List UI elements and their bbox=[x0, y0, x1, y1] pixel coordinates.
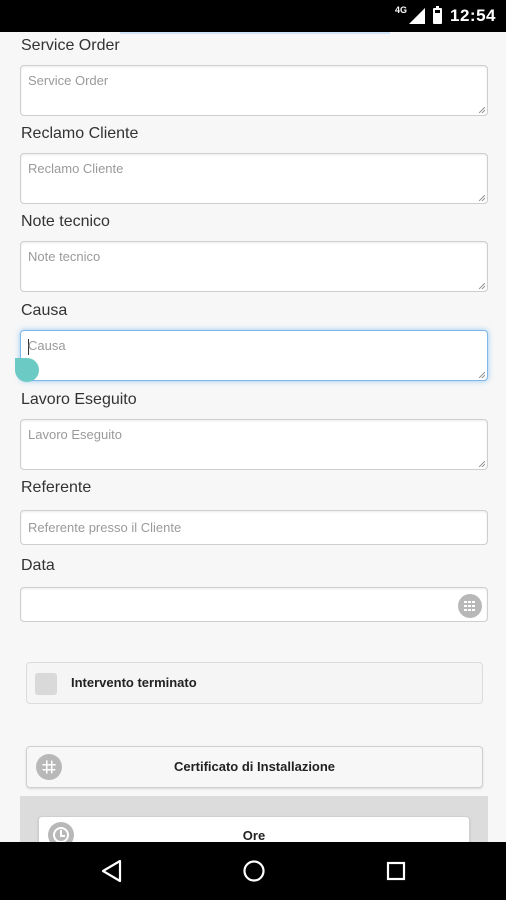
service-order-label: Service Order bbox=[21, 37, 120, 54]
back-icon bbox=[101, 859, 122, 883]
reclamo-cliente-placeholder: Reclamo Cliente bbox=[28, 161, 124, 176]
certificato-installazione-label: Certificato di Installazione bbox=[173, 759, 336, 774]
home-icon bbox=[243, 860, 265, 882]
lavoro-eseguito-field[interactable]: Lavoro Eseguito bbox=[20, 419, 488, 470]
ore-panel: Ore bbox=[20, 796, 488, 842]
battery-icon bbox=[433, 6, 443, 24]
ore-button[interactable]: Ore bbox=[38, 816, 470, 842]
ore-label: Ore bbox=[242, 828, 266, 842]
intervento-terminato-row[interactable]: Intervento terminato bbox=[26, 662, 483, 704]
text-selection-handle[interactable] bbox=[15, 358, 39, 382]
date-input[interactable] bbox=[20, 587, 488, 622]
signal-icon bbox=[409, 8, 426, 24]
service-order-placeholder: Service Order bbox=[28, 73, 109, 88]
status-bar: 4G 12:54 bbox=[0, 0, 506, 32]
causa-field[interactable]: Causa bbox=[20, 330, 488, 381]
reclamo-cliente-field[interactable]: Reclamo Cliente bbox=[20, 153, 488, 204]
recent-apps-button[interactable] bbox=[356, 842, 436, 900]
form-content[interactable]: Service Order Service Order Reclamo Clie… bbox=[0, 32, 506, 842]
intervento-terminato-checkbox[interactable] bbox=[35, 673, 57, 695]
causa-placeholder: Causa bbox=[28, 338, 66, 353]
calendar-icon[interactable] bbox=[458, 594, 482, 618]
certificato-installazione-button[interactable]: Certificato di Installazione bbox=[26, 746, 483, 788]
reclamo-cliente-label: Reclamo Cliente bbox=[21, 125, 139, 142]
navigation-bar bbox=[0, 842, 506, 900]
referente-label: Referente bbox=[21, 479, 92, 496]
back-button[interactable] bbox=[72, 842, 152, 900]
note-tecnico-label: Note tecnico bbox=[21, 213, 110, 230]
recent-apps-icon bbox=[386, 861, 406, 881]
note-tecnico-placeholder: Note tecnico bbox=[28, 249, 101, 264]
intervento-terminato-label: Intervento terminato bbox=[71, 675, 197, 690]
referente-input[interactable]: Referente presso il Cliente bbox=[20, 510, 488, 545]
network-type: 4G bbox=[395, 5, 408, 15]
causa-label: Causa bbox=[21, 302, 68, 319]
lavoro-eseguito-placeholder: Lavoro Eseguito bbox=[28, 427, 122, 442]
lavoro-eseguito-label: Lavoro Eseguito bbox=[21, 391, 137, 408]
data-label: Data bbox=[21, 557, 55, 574]
clock: 12:54 bbox=[450, 6, 496, 25]
focus-indicator-line bbox=[120, 32, 390, 34]
referente-placeholder: Referente presso il Cliente bbox=[28, 520, 182, 535]
home-button[interactable] bbox=[214, 842, 294, 900]
service-order-field[interactable]: Service Order bbox=[20, 65, 488, 116]
note-tecnico-field[interactable]: Note tecnico bbox=[20, 241, 488, 292]
